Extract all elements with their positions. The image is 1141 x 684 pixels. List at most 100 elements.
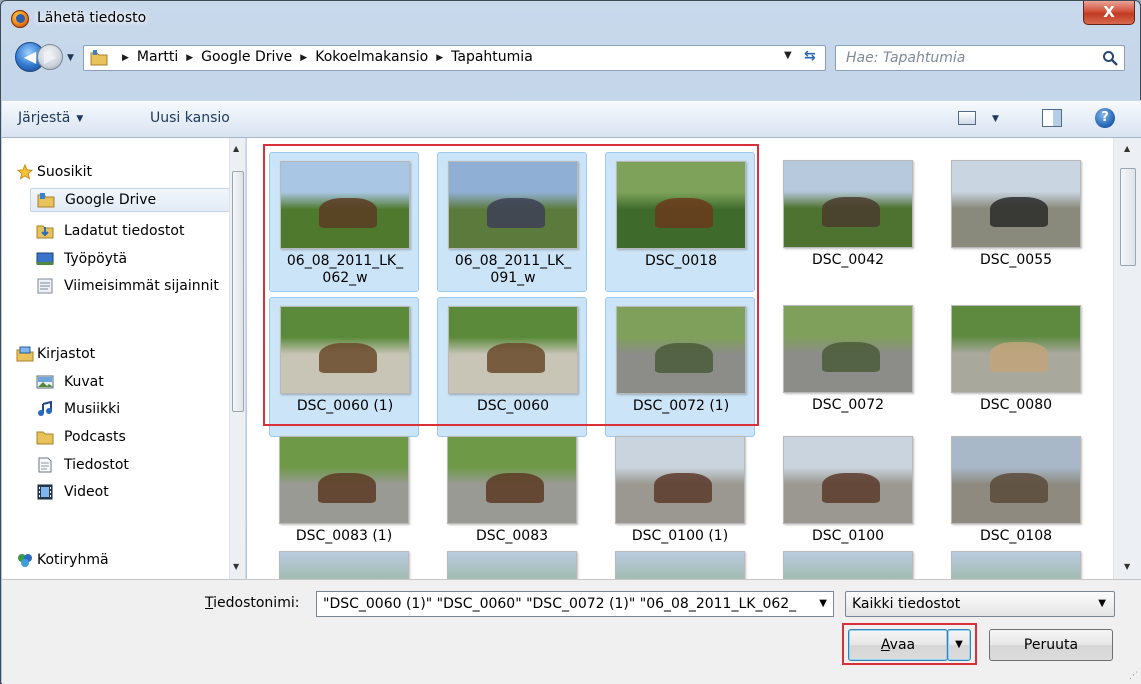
file-name-label: DSC_0083 xyxy=(475,528,549,544)
scroll-up-icon[interactable]: ▲ xyxy=(233,144,239,153)
file-thumbnail[interactable] xyxy=(447,551,577,579)
open-label-text: vaa xyxy=(889,637,916,653)
thumbnail-subject xyxy=(319,343,377,374)
file-tile[interactable]: DSC_0060 (1) xyxy=(269,297,419,437)
file-tile[interactable]: 06_08_2011_LK_ 062_w xyxy=(269,152,419,292)
recent-locations-dropdown[interactable]: ▼ xyxy=(67,53,77,63)
file-tile[interactable]: DSC_0042 xyxy=(773,152,923,292)
open-label-accesskey: A xyxy=(880,637,890,653)
file-tile[interactable]: DSC_0018 xyxy=(605,152,755,292)
breadcrumb-item[interactable]: Martti xyxy=(137,49,178,65)
sidebar-item-favorites[interactable]: Suosikit xyxy=(10,161,232,185)
filename-label-text: iedostonimi: xyxy=(213,595,300,611)
scroll-up-icon[interactable]: ▲ xyxy=(1124,144,1130,153)
close-button[interactable]: X xyxy=(1083,1,1135,25)
file-thumbnail[interactable] xyxy=(615,551,745,579)
sidebar-item-google-drive[interactable]: Google Drive xyxy=(30,188,230,212)
help-icon[interactable]: ? xyxy=(1095,108,1115,128)
file-thumbnail[interactable] xyxy=(279,551,409,579)
thumbnail-subject xyxy=(822,342,880,373)
open-options-dropdown[interactable]: ▼ xyxy=(947,629,971,661)
sidebar-item-label: Kuvat xyxy=(64,374,104,390)
file-thumbnail xyxy=(783,160,913,248)
breadcrumb-separator-icon[interactable]: ▶ xyxy=(436,53,443,63)
organize-label: Järjestä xyxy=(18,110,71,126)
sidebar-item-homegroup[interactable]: Kotiryhmä xyxy=(10,549,232,573)
chevron-down-icon: ▼ xyxy=(955,639,963,650)
search-placeholder: Hae: Tapahtumia xyxy=(846,50,966,66)
address-bar[interactable]: ▶ Martti ▶ Google Drive ▶ Kokoelmakansio ▶ Tapa… xyxy=(83,45,826,71)
sidebar-item-label: Viimeisimmät sijainnit xyxy=(64,278,219,294)
filename-value[interactable]: "DSC_0060 (1)" "DSC_0060" "DSC_0072 (1)"… xyxy=(323,596,803,612)
thumbnail-subject xyxy=(487,343,545,374)
sidebar-item-label: Google Drive xyxy=(65,192,157,208)
open-button[interactable]: Avaa xyxy=(848,629,948,661)
content-scrollbar[interactable]: ▲ ▼ xyxy=(1113,138,1141,579)
breadcrumb-item[interactable]: Google Drive xyxy=(201,49,292,65)
scroll-down-icon[interactable]: ▼ xyxy=(1124,562,1130,571)
file-name-label: DSC_0108 xyxy=(979,528,1053,544)
file-tile[interactable]: DSC_0100 (1) xyxy=(605,428,755,568)
file-tile[interactable]: DSC_0072 (1) xyxy=(605,297,755,437)
search-input[interactable]: Hae: Tapahtumia xyxy=(835,45,1125,71)
file-tile[interactable]: DSC_0100 xyxy=(773,428,923,568)
sidebar-item-desktop[interactable]: Työpöytä xyxy=(30,248,230,272)
file-tile[interactable]: DSC_0083 (1) xyxy=(269,428,419,568)
file-tile[interactable]: DSC_0060 xyxy=(437,297,587,437)
filename-field[interactable]: "DSC_0060 (1)" "DSC_0060" "DSC_0072 (1)"… xyxy=(316,591,834,617)
preview-pane-icon[interactable] xyxy=(1042,109,1062,127)
scrollbar-thumb[interactable] xyxy=(1120,168,1136,266)
file-tile[interactable]: DSC_0083 xyxy=(437,428,587,568)
chevron-down-icon[interactable]: ▼ xyxy=(1098,598,1106,609)
cancel-button[interactable]: Peruuta xyxy=(989,629,1113,661)
sidebar-item-label: Kirjastot xyxy=(37,346,96,362)
breadcrumb-separator-icon: ▶ xyxy=(122,53,129,63)
podcasts-folder-icon xyxy=(36,431,54,445)
address-dropdown-icon[interactable]: ▼ xyxy=(784,50,792,61)
navigation-scrollbar[interactable]: ▲ ▼ xyxy=(229,138,245,579)
sidebar-item-pictures[interactable]: Kuvat xyxy=(30,371,230,395)
file-type-filter-select[interactable]: Kaikki tiedostot ▼ xyxy=(845,591,1115,617)
sidebar-item-music[interactable]: Musiikki xyxy=(30,398,230,422)
file-thumbnail[interactable] xyxy=(783,551,913,579)
search-icon[interactable] xyxy=(1102,50,1118,66)
filename-label: Tiedostonimi: xyxy=(205,595,299,611)
chevron-down-icon: ▼ xyxy=(76,114,84,124)
file-tile[interactable]: 06_08_2011_LK_ 091_w xyxy=(437,152,587,292)
scrollbar-thumb[interactable] xyxy=(232,171,244,412)
breadcrumb-item[interactable]: Kokoelmakansio xyxy=(315,49,428,65)
sidebar-item-downloads[interactable]: Ladatut tiedostot xyxy=(30,220,230,244)
file-tile[interactable]: DSC_0072 xyxy=(773,297,923,437)
sidebar-item-podcasts[interactable]: Podcasts xyxy=(30,426,230,450)
thumbnail-subject xyxy=(990,197,1048,228)
sidebar-item-documents[interactable]: Tiedostot xyxy=(30,454,230,478)
file-tile[interactable]: DSC_0108 xyxy=(941,428,1091,568)
file-thumbnail[interactable] xyxy=(951,551,1081,579)
sidebar-item-libraries[interactable]: Kirjastot xyxy=(10,343,232,367)
chevron-down-icon[interactable]: ▼ xyxy=(819,598,827,609)
file-thumbnail xyxy=(616,161,746,249)
organize-button[interactable]: Järjestä ▼ xyxy=(18,110,83,126)
recent-places-icon xyxy=(37,278,53,294)
thumbnail-subject xyxy=(822,473,880,504)
breadcrumb-item[interactable]: Tapahtumia xyxy=(451,49,533,65)
file-thumbnail xyxy=(448,161,578,249)
file-tile[interactable]: DSC_0080 xyxy=(941,297,1091,437)
forward-button[interactable]: ▶ xyxy=(37,44,63,70)
filename-label-accesskey: T xyxy=(205,595,214,611)
sidebar-item-videos[interactable]: Videot xyxy=(30,481,230,505)
file-thumbnail xyxy=(783,305,913,393)
view-options-dropdown-icon[interactable]: ▼ xyxy=(992,114,999,124)
change-view-icon[interactable] xyxy=(958,111,976,125)
new-folder-button[interactable]: Uusi kansio xyxy=(150,110,230,126)
file-name-label: DSC_0072 (1) xyxy=(632,398,730,414)
resize-grip-icon[interactable]: ⋰ xyxy=(1129,671,1138,681)
sidebar-item-recent-places[interactable]: Viimeisimmät sijainnit xyxy=(30,275,230,299)
scroll-down-icon[interactable]: ▼ xyxy=(233,562,239,571)
refresh-icon[interactable]: ⇆ xyxy=(804,48,816,64)
breadcrumb-separator-icon[interactable]: ▶ xyxy=(300,53,307,63)
thumbnail-subject xyxy=(318,473,376,504)
breadcrumb-separator-icon[interactable]: ▶ xyxy=(186,53,193,63)
file-thumbnail xyxy=(616,306,746,394)
file-tile[interactable]: DSC_0055 xyxy=(941,152,1091,292)
